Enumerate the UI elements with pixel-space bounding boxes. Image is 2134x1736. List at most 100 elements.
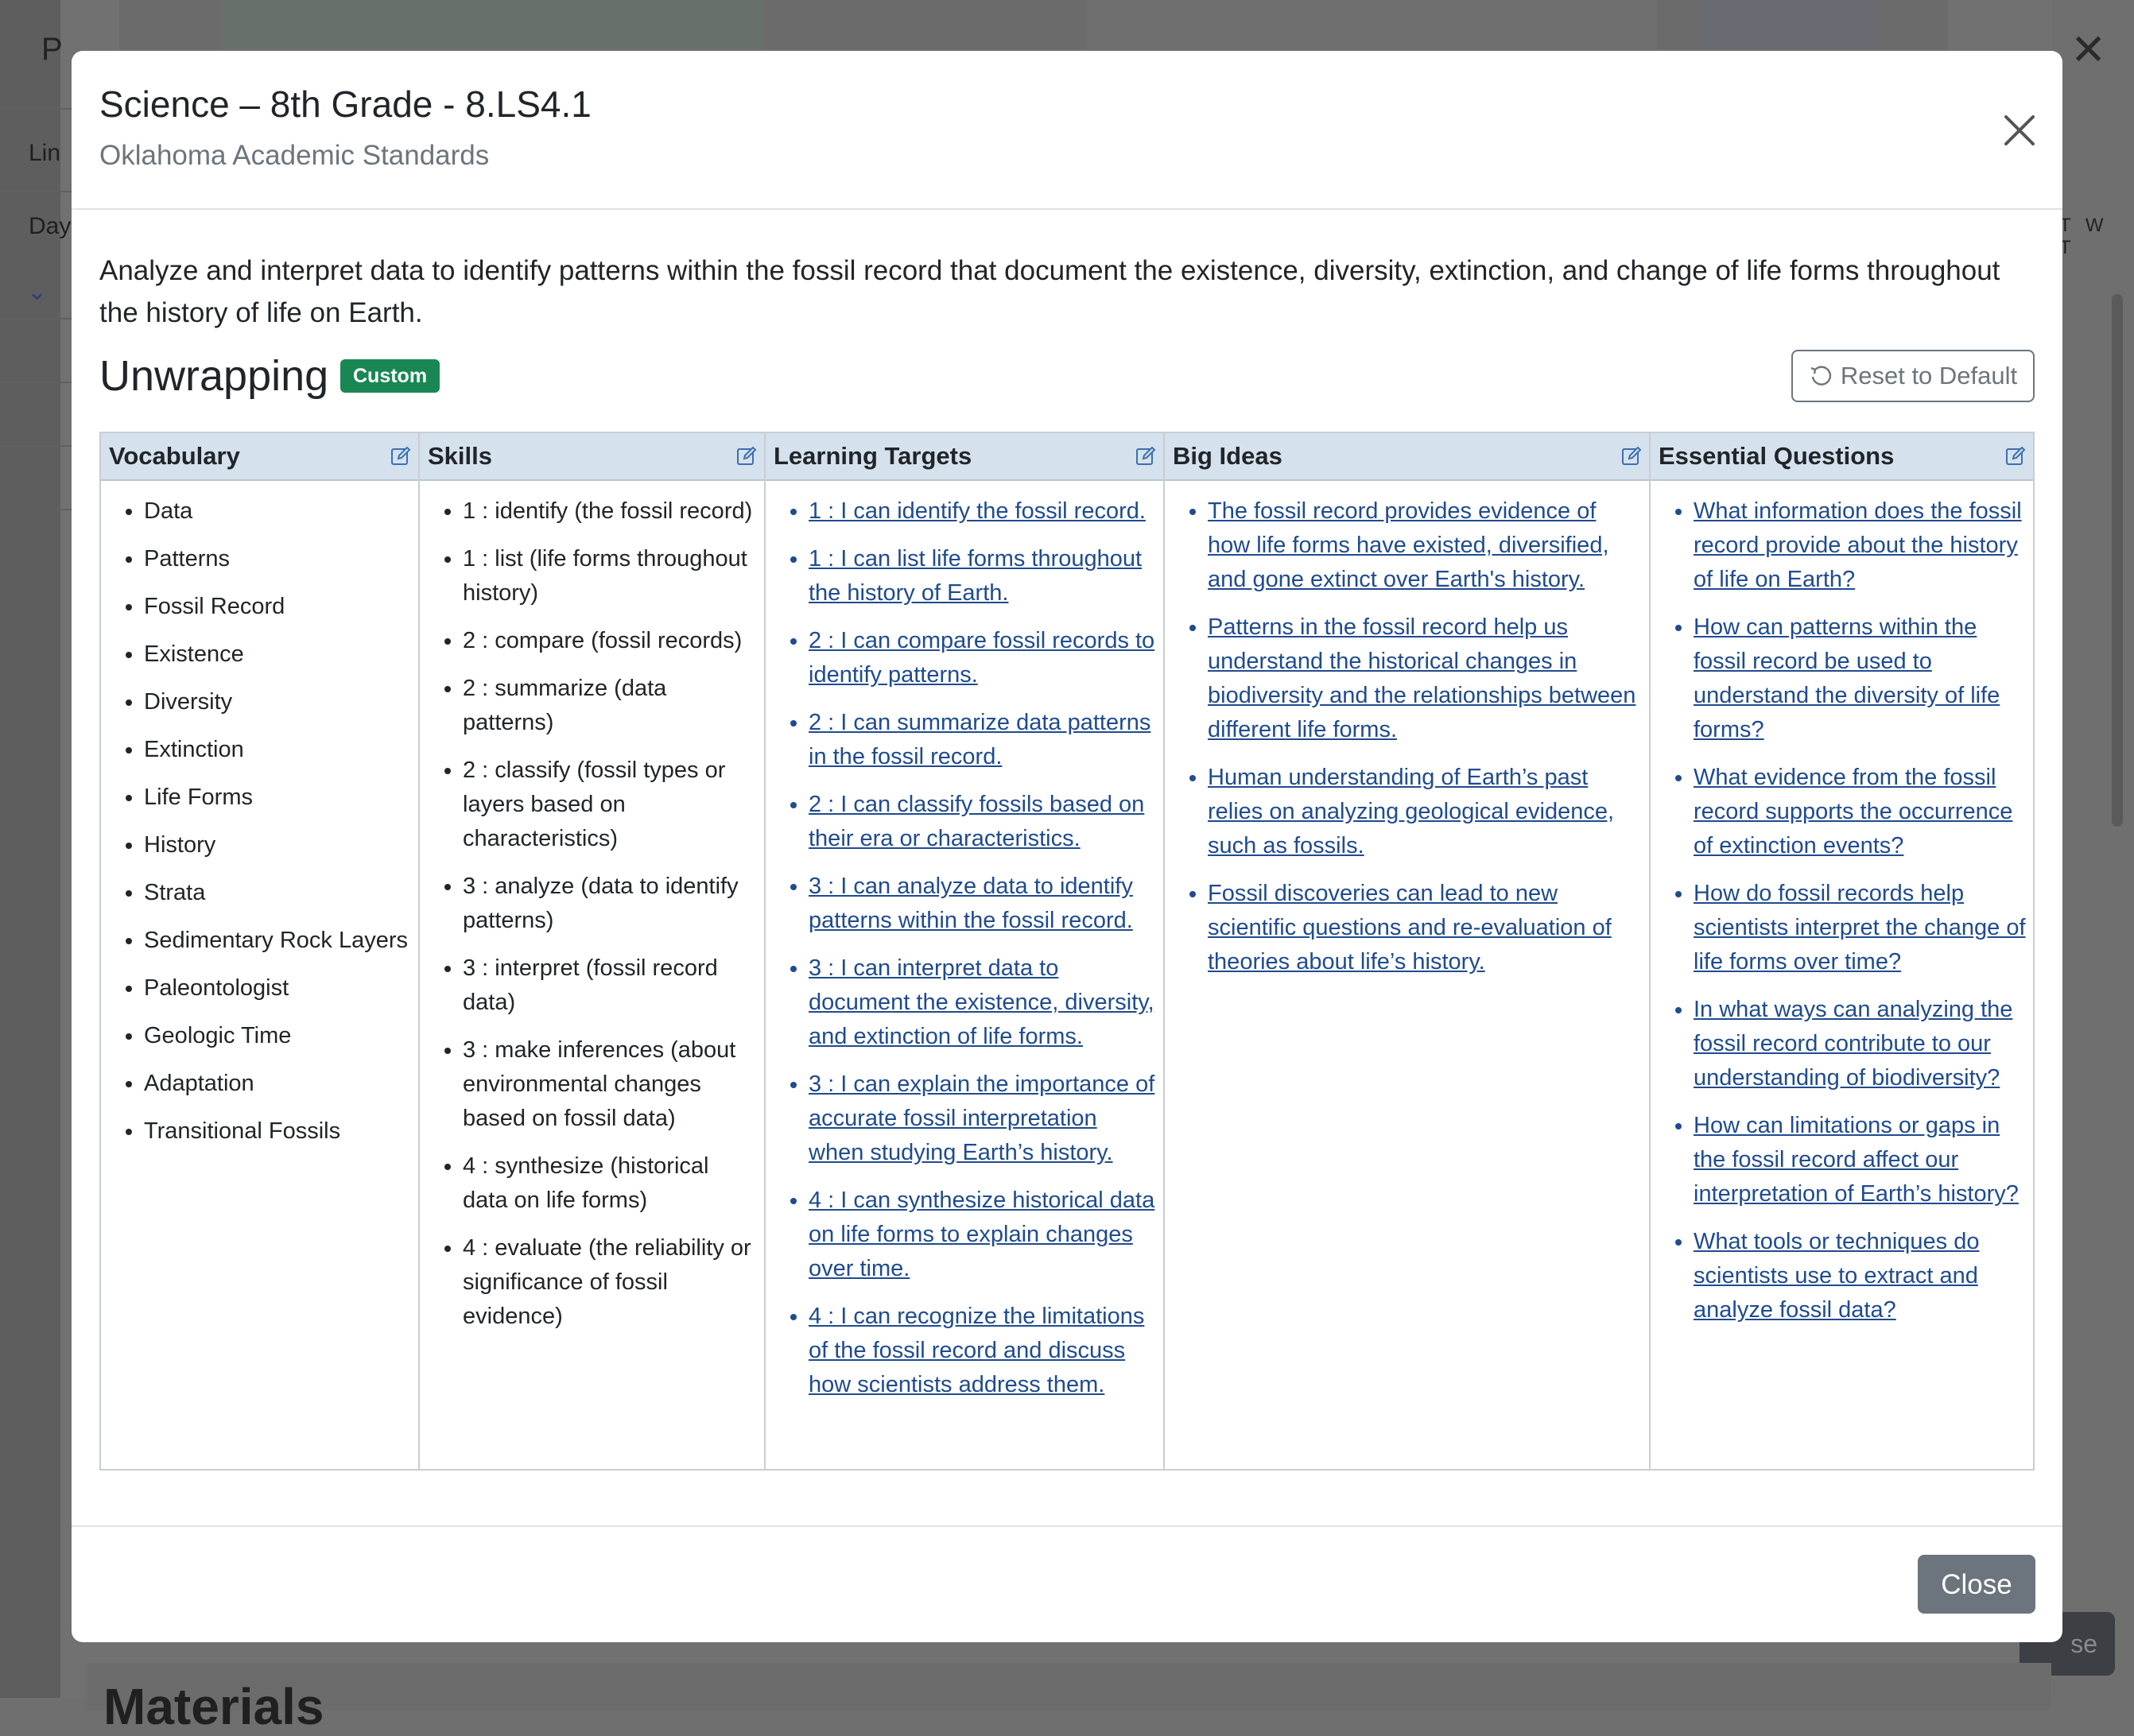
column-essential-questions: Essential Questions What information doe… [1651,433,2033,1469]
list-item[interactable]: How can patterns within the fossil recor… [1694,610,2028,747]
list-item-text: Adaptation [144,1071,254,1096]
edit-icon[interactable] [390,445,412,467]
list-item-link[interactable]: How can patterns within the fossil recor… [1694,614,2000,742]
column-title: Skills [428,442,492,470]
list-item[interactable]: How do fossil records help scientists in… [1694,877,2028,979]
column-title: Vocabulary [109,442,240,470]
column-header-big-ideas: Big Ideas [1165,433,1649,481]
list-item-link[interactable]: 2 : I can classify fossils based on thei… [809,792,1144,851]
list-item-link[interactable]: 1 : I can identify the fossil record. [809,498,1146,524]
column-skills: Skills 1 : identify (the fossil record) 1… [420,433,766,1469]
list-item[interactable]: 3 : I can explain the importance of accu… [809,1068,1158,1170]
list-item-link[interactable]: What tools or techniques do scientists u… [1694,1229,1979,1323]
column-vocabulary: Vocabulary Data Patterns Fossil Record Exis… [101,433,420,1469]
list-item[interactable]: 1 : I can identify the fossil record. [809,494,1158,529]
edit-icon[interactable] [2004,445,2027,467]
modal-title: Science – 8th Grade - 8.LS4.1 [99,83,592,125]
list-item[interactable]: How can limitations or gaps in the fossi… [1694,1109,2028,1211]
list-item-link[interactable]: In what ways can analyzing the fossil re… [1694,997,2012,1091]
list-item: Paleontologist [144,971,413,1006]
column-title: Essential Questions [1659,442,1895,470]
list-item[interactable]: 4 : I can synthesize historical data on … [809,1184,1158,1286]
column-header-vocabulary: Vocabulary [101,433,418,481]
list-item[interactable]: What information does the fossil record … [1694,494,2028,597]
list-item: Strata [144,876,413,910]
list-item: 1 : identify (the fossil record) [463,494,759,529]
list-item: Patterns [144,542,413,576]
list-item-link[interactable]: 3 : I can interpret data to document the… [809,955,1154,1049]
column-header-skills: Skills [420,433,764,481]
list-item-text: Patterns [144,546,230,572]
reset-to-default-button[interactable]: Reset to Default [1791,350,2035,402]
list-item-link[interactable]: How can limitations or gaps in the fossi… [1694,1113,2019,1207]
list-item[interactable]: What tools or techniques do scientists u… [1694,1225,2028,1327]
background-scrollbar[interactable] [2112,294,2123,827]
list-item-text: Geologic Time [144,1023,292,1048]
list-item: 2 : classify (fossil types or layers bas… [463,754,759,856]
edit-icon[interactable] [735,445,758,467]
list-item-link[interactable]: The fossil record provides evidence of h… [1208,498,1609,592]
list-item[interactable]: 3 : I can interpret data to document the… [809,951,1158,1054]
background-close-icon[interactable]: ✕ [2070,29,2106,72]
list-item: Diversity [144,685,413,719]
list-item-link[interactable]: 2 : I can compare fossil records to iden… [809,628,1154,688]
list-item-text: Paleontologist [144,975,289,1001]
list-item[interactable]: 2 : I can summarize data patterns in the… [809,706,1158,774]
chevron-down-icon[interactable]: ⌄ [27,278,47,306]
list-item[interactable]: What evidence from the fossil record sup… [1694,761,2028,863]
list-item[interactable]: 1 : I can list life forms throughout the… [809,542,1158,610]
list-item-text: 1 : identify (the fossil record) [463,498,753,524]
list-item[interactable]: 2 : I can classify fossils based on thei… [809,788,1158,856]
reset-to-default-label: Reset to Default [1840,362,2018,389]
list-item[interactable]: 3 : I can analyze data to identify patte… [809,870,1158,938]
close-icon[interactable] [1996,107,2043,154]
list-item-text: 4 : synthesize (historical data on life … [463,1153,709,1213]
list-item-text: 3 : analyze (data to identify patterns) [463,874,739,933]
essential-questions-list: What information does the fossil record … [1651,494,2033,1327]
list-item-link[interactable]: 2 : I can summarize data patterns in the… [809,710,1150,769]
list-item-link[interactable]: What evidence from the fossil record sup… [1694,765,2012,858]
list-item-link[interactable]: Human understanding of Earth’s past reli… [1208,765,1614,858]
list-item: Sedimentary Rock Layers [144,924,413,958]
list-item-text: 2 : compare (fossil records) [463,628,743,653]
list-item: Adaptation [144,1067,413,1101]
list-item-text: Extinction [144,737,244,762]
list-item-text: 2 : classify (fossil types or layers bas… [463,758,726,851]
background-weekday-header: T W T [2059,215,2109,258]
list-item[interactable]: In what ways can analyzing the fossil re… [1694,993,2028,1095]
standard-description: Analyze and interpret data to identify p… [99,255,2000,328]
list-item-link[interactable]: Patterns in the fossil record help us un… [1208,614,1635,742]
list-item-text: Diversity [144,689,233,715]
close-button[interactable]: Close [1918,1555,2035,1614]
background-label-lin: Lin [29,140,61,166]
list-item[interactable]: Human understanding of Earth’s past reli… [1208,761,1644,863]
unwrapping-table: Vocabulary Data Patterns Fossil Record Exis… [99,432,2035,1471]
list-item: 2 : summarize (data patterns) [463,672,759,740]
list-item-link[interactable]: 3 : I can analyze data to identify patte… [809,874,1133,933]
list-item: Transitional Fossils [144,1114,413,1149]
list-item[interactable]: 4 : I can recognize the limitations of t… [809,1300,1158,1402]
list-item[interactable]: The fossil record provides evidence of h… [1208,494,1644,597]
list-item[interactable]: 2 : I can compare fossil records to iden… [809,624,1158,692]
list-item-link[interactable]: Fossil discoveries can lead to new scien… [1208,881,1612,975]
background-page-title: P [41,32,63,67]
vocabulary-list: Data Patterns Fossil Record Existence Divers… [101,494,418,1149]
list-item-link[interactable]: 3 : I can explain the importance of accu… [809,1071,1154,1165]
list-item-text: Life Forms [144,785,253,810]
list-item: Life Forms [144,781,413,815]
edit-icon[interactable] [1135,445,1157,467]
list-item: 2 : compare (fossil records) [463,624,759,658]
list-item-text: 1 : list (life forms throughout history) [463,546,747,606]
list-item-link[interactable]: How do fossil records help scientists in… [1694,881,2026,975]
list-item: 3 : interpret (fossil record data) [463,951,759,1020]
list-item-link[interactable]: What information does the fossil record … [1694,498,2022,592]
list-item: 4 : synthesize (historical data on life … [463,1149,759,1218]
list-item[interactable]: Patterns in the fossil record help us un… [1208,610,1644,747]
column-header-essential-questions: Essential Questions [1651,433,2033,481]
edit-icon[interactable] [1620,445,1643,467]
list-item-link[interactable]: 4 : I can recognize the limitations of t… [809,1304,1144,1397]
list-item-link[interactable]: 1 : I can list life forms throughout the… [809,546,1142,606]
list-item[interactable]: Fossil discoveries can lead to new scien… [1208,877,1644,979]
list-item-link[interactable]: 4 : I can synthesize historical data on … [809,1188,1154,1281]
list-item-text: Transitional Fossils [144,1118,341,1144]
